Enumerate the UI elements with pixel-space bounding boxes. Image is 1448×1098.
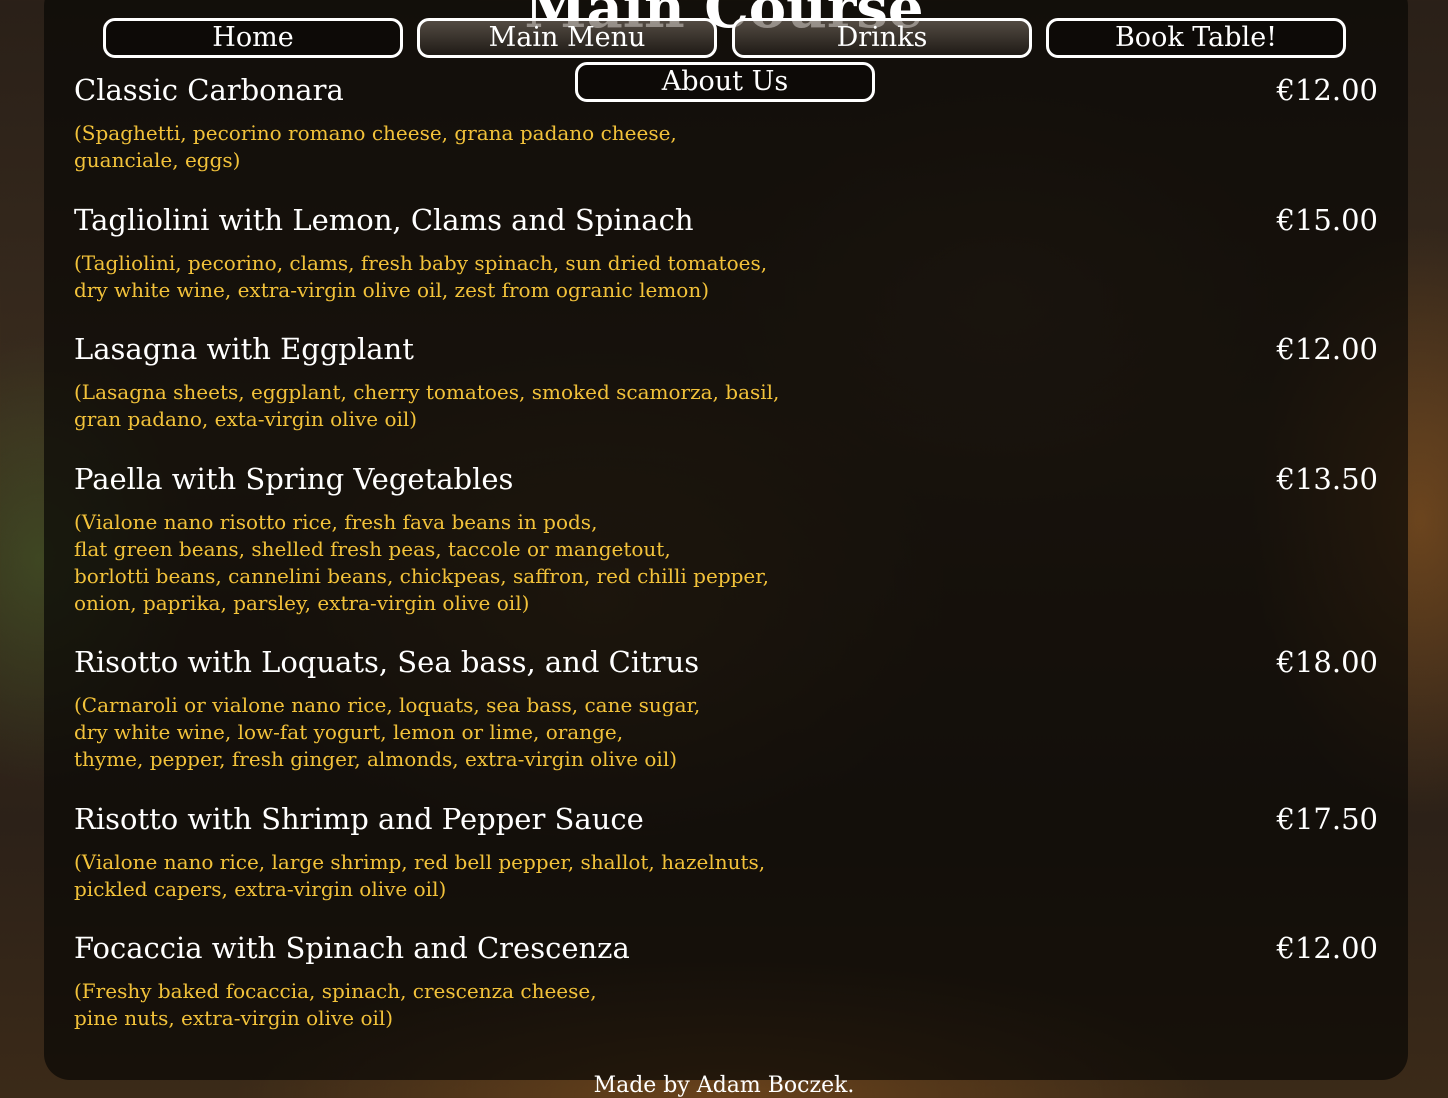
menu-item-price: €18.00 (1276, 645, 1378, 679)
menu-item-price: €13.50 (1276, 462, 1378, 496)
menu-item-description: (Lasagna sheets, eggplant, cherry tomato… (74, 380, 780, 431)
menu-item-description: (Spaghetti, pecorino romano cheese, gran… (74, 121, 677, 172)
nav-main-menu-button[interactable]: Main Menu (417, 18, 717, 58)
menu-item-description: (Carnaroli or vialone nano rice, loquats… (74, 693, 701, 771)
nav-drinks-button[interactable]: Drinks (732, 18, 1032, 58)
menu-item-name: Risotto with Loquats, Sea bass, and Citr… (74, 645, 700, 679)
footer-credit: Made by Adam Boczek. (593, 1073, 855, 1098)
menu-item-price: €12.00 (1276, 73, 1378, 107)
menu-item-description: (Vialone nano risotto rice, fresh fava b… (74, 510, 769, 615)
menu-item-price: €17.50 (1276, 802, 1378, 836)
nav-home-button[interactable]: Home (103, 18, 403, 58)
nav-book-table-button[interactable]: Book Table! (1046, 18, 1346, 58)
menu-item-price: €15.00 (1276, 203, 1378, 237)
menu-item-price: €12.00 (1276, 332, 1378, 366)
menu-item-description: (Tagliolini, pecorino, clams, fresh baby… (74, 251, 768, 302)
menu-item-name: Classic Carbonara (74, 73, 344, 107)
menu-item-name: Risotto with Shrimp and Pepper Sauce (74, 802, 644, 836)
menu-item-name: Paella with Spring Vegetables (74, 462, 514, 496)
nav-about-us-button[interactable]: About Us (575, 62, 875, 102)
menu-item-name: Tagliolini with Lemon, Clams and Spinach (74, 203, 694, 237)
menu-item-description: (Vialone nano rice, large shrimp, red be… (74, 850, 766, 901)
menu-item-price: €12.00 (1276, 931, 1378, 965)
menu-item-name: Focaccia with Spinach and Crescenza (74, 931, 630, 965)
menu-item-name: Lasagna with Eggplant (74, 332, 414, 366)
menu-item-description: (Freshy baked focaccia, spinach, crescen… (74, 979, 597, 1030)
